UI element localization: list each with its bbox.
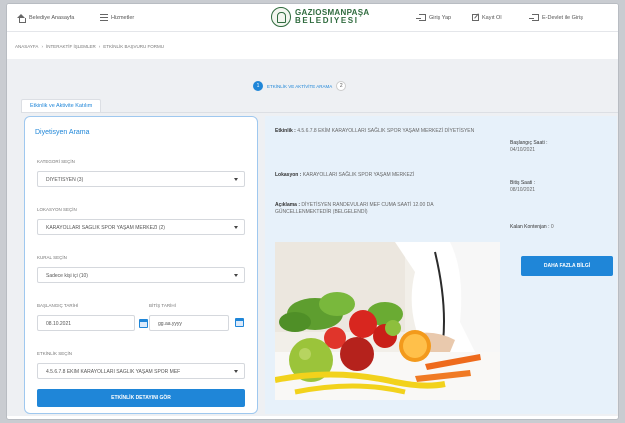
step-1-indicator: 1: [253, 81, 263, 91]
start-date-label: BAŞLANGIÇ TARİHİ: [37, 303, 79, 308]
event-description-key: Açıklama :: [275, 202, 301, 208]
wizard-steps: 1 ETKİNLİK VE AKTİVİTE ARAMA 2: [253, 81, 347, 91]
register-link-label: Kayıt Ol: [482, 14, 502, 21]
event-label: ETKİNLİK SEÇİN: [37, 351, 73, 356]
edevlet-login-label: E-Devlet ile Giriş: [542, 14, 583, 21]
rule-select-value: Sadece kişi içi (10): [46, 273, 88, 279]
hamburger-menu-icon: [100, 14, 108, 21]
edevlet-login-icon: [529, 14, 539, 21]
register-link[interactable]: Kayıt Ol: [472, 14, 502, 21]
start-time-row: Başlangıç Saati : 04/10/2021: [510, 140, 548, 154]
end-time-value: 08/10/2021: [510, 187, 536, 193]
event-select[interactable]: 4.5.6.7.8 EKİM KARAYOLLARI SAĞLIK YAŞAM …: [37, 363, 245, 379]
end-time-key: Bitiş Saati :: [510, 180, 536, 186]
category-label: KATEGORİ SEÇİN: [37, 159, 75, 164]
remaining-quota-row: Kalan Kontenjan : 0: [510, 224, 554, 231]
event-name-key: Etkinlik :: [275, 128, 296, 134]
event-photo: [275, 242, 500, 400]
services-menu-label: Hizmetler: [111, 14, 135, 21]
event-name-row: Etkinlik : 4.5.6.7.8 EKİM KARAYOLLARI SA…: [275, 128, 490, 135]
chevron-down-icon: [234, 274, 238, 277]
location-label: LOKASYON SEÇİN: [37, 207, 77, 212]
chevron-down-icon: [234, 226, 238, 229]
end-date-value: gg.aa.yyyy: [158, 321, 182, 327]
login-link-label: Giriş Yap: [429, 14, 452, 21]
browser-frame: Belediye Anasayfa Hizmetler GAZIOSMANPAŞ…: [6, 3, 619, 420]
location-select-value: KARAYOLLARI SAĞLIK SPOR YAŞAM MERKEZİ (2…: [46, 225, 165, 231]
step-2-indicator: 2: [336, 81, 347, 91]
home-link-label: Belediye Anasayfa: [29, 15, 75, 21]
event-location-row: Lokasyon : KARAYOLLARI SAĞLIK SPOR YAŞAM…: [275, 172, 490, 179]
event-select-value: 4.5.6.7.8 EKİM KARAYOLLARI SAĞLIK YAŞAM …: [46, 369, 181, 375]
breadcrumb-current: ETKİNLİK BAŞVURU FORMU: [103, 44, 164, 49]
category-select-value: DİYETİSYEN (3): [46, 177, 84, 183]
register-icon: [472, 14, 479, 21]
event-details-panel: Etkinlik : 4.5.6.7.8 EKİM KARAYOLLARI SA…: [265, 116, 617, 414]
search-panel-title: Diyetisyen Arama: [35, 129, 90, 136]
home-link[interactable]: Belediye Anasayfa: [17, 14, 75, 23]
login-icon: [416, 14, 426, 21]
site-header: Belediye Anasayfa Hizmetler GAZIOSMANPAŞ…: [7, 4, 618, 32]
breadcrumb-interactive[interactable]: İNTERAKTİF İŞLEMLER: [46, 44, 96, 49]
event-location-key: Lokasyon :: [275, 172, 302, 178]
home-icon: [17, 14, 26, 23]
remaining-quota-key: Kalan Kontenjan :: [510, 224, 550, 230]
start-date-value: 08.10.2021: [46, 321, 72, 327]
breadcrumb: ANASAYFA › İNTERAKTİF İŞLEMLER › ETKİNLİ…: [15, 44, 164, 49]
rule-label: KURAL SEÇİN: [37, 255, 67, 260]
municipality-logo[interactable]: GAZIOSMANPAŞA BELEDIYESI: [271, 7, 369, 27]
breadcrumb-home[interactable]: ANASAYFA: [15, 44, 38, 49]
end-time-row: Bitiş Saati : 08/10/2021: [510, 180, 535, 194]
end-date-input[interactable]: gg.aa.yyyy: [149, 315, 229, 331]
login-link[interactable]: Giriş Yap: [416, 14, 452, 21]
start-time-key: Başlangıç Saati :: [510, 140, 548, 146]
start-time-value: 04/10/2021: [510, 147, 536, 153]
event-location-value: KARAYOLLARI SAĞLIK SPOR YAŞAM MERKEZİ: [302, 172, 415, 178]
category-select[interactable]: DİYETİSYEN (3): [37, 171, 245, 187]
step-1-label: ETKİNLİK VE AKTİVİTE ARAMA: [267, 83, 333, 89]
services-menu[interactable]: Hizmetler: [100, 14, 134, 21]
start-date-input[interactable]: 08.10.2021: [37, 315, 148, 331]
remaining-quota-value: 0: [550, 224, 554, 230]
tab-divider: [21, 112, 618, 113]
dietitian-fruits-image: [275, 242, 500, 400]
calendar-icon[interactable]: [235, 318, 244, 327]
chevron-down-icon: [234, 370, 238, 373]
end-date-label: BİTİŞ TARİHİ: [149, 303, 176, 308]
tab-event-participation[interactable]: Etkinlik ve Aktivite Katılım: [21, 99, 102, 112]
show-event-details-button[interactable]: ETKİNLİK DETAYINI GÖR: [37, 389, 245, 407]
event-name-value: 4.5.6.7.8 EKİM KARAYOLLARI SAĞLIK SPOR Y…: [297, 128, 475, 134]
edevlet-login-link[interactable]: E-Devlet ile Giriş: [529, 14, 583, 21]
event-description-row: Açıklama : DİYETİSYEN RANDEVULARI MEF CU…: [275, 202, 490, 216]
location-select[interactable]: KARAYOLLARI SAĞLIK SPOR YAŞAM MERKEZİ (2…: [37, 219, 245, 235]
logo-emblem-icon: [271, 7, 291, 27]
logo-subtitle: BELEDIYESI: [295, 16, 359, 25]
calendar-icon[interactable]: [139, 319, 148, 328]
search-panel: Diyetisyen Arama KATEGORİ SEÇİN DİYETİSY…: [24, 116, 258, 414]
more-info-button[interactable]: DAHA FAZLA BİLGİ: [521, 256, 613, 276]
chevron-down-icon: [234, 178, 238, 181]
rule-select[interactable]: Sadece kişi içi (10): [37, 267, 245, 283]
